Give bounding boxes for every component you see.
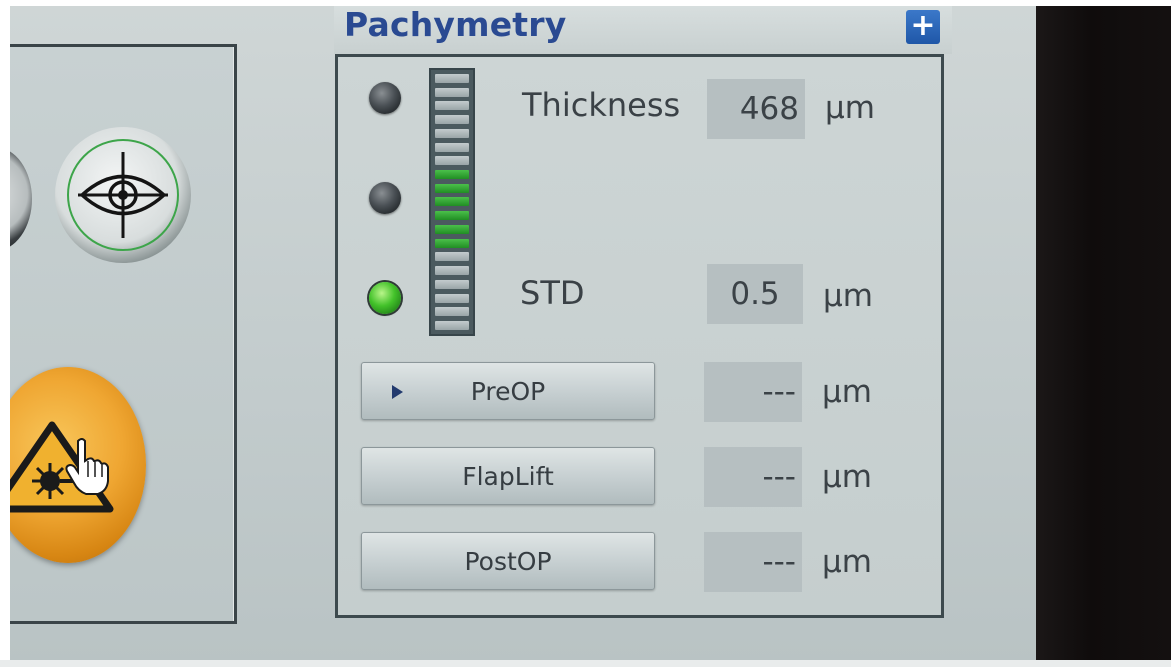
gauge-segment-active [435, 224, 469, 234]
postop-button[interactable]: PostOP [361, 532, 655, 590]
selected-arrow-icon [392, 385, 403, 399]
thickness-unit: µm [825, 90, 875, 126]
left-control-panel [10, 44, 237, 624]
gauge-segment [435, 279, 469, 289]
flaplift-button-label: FlapLift [462, 462, 554, 491]
flaplift-value: --- [704, 447, 802, 507]
thickness-label: Thickness [522, 86, 681, 124]
gauge-segment [435, 307, 469, 317]
preop-button[interactable]: PreOP [361, 362, 655, 420]
status-led-top [369, 82, 401, 114]
hand-pointer-icon [65, 438, 109, 495]
flaplift-unit: µm [822, 459, 872, 495]
gauge-segment [435, 87, 469, 97]
gauge-segment [435, 128, 469, 138]
postop-button-label: PostOP [464, 547, 552, 576]
std-unit: µm [823, 278, 873, 314]
eye-tracker-button[interactable] [55, 127, 191, 263]
gauge-segment [435, 156, 469, 166]
signal-bar-gauge [429, 68, 475, 336]
postop-value: --- [704, 532, 802, 592]
gauge-segment [435, 320, 469, 330]
bottom-edge [0, 660, 1171, 667]
monitor-bezel [1036, 6, 1171, 667]
laser-start-button[interactable] [10, 367, 146, 563]
preop-value: --- [704, 362, 802, 422]
gauge-segment-active [435, 170, 469, 180]
gauge-segment-active [435, 211, 469, 221]
gauge-segment [435, 293, 469, 303]
gauge-segment [435, 252, 469, 262]
gauge-segment [435, 266, 469, 276]
eye-crosshair-icon [78, 152, 168, 238]
flaplift-button[interactable]: FlapLift [361, 447, 655, 505]
thickness-value: 468 [707, 79, 805, 139]
gauge-segment [435, 74, 469, 83]
gauge-segment [435, 142, 469, 152]
status-led-bottom [369, 282, 401, 314]
std-label: STD [520, 274, 585, 312]
pachymetry-title: Pachymetry [344, 6, 567, 44]
expand-plus-button[interactable]: + [906, 10, 940, 44]
gauge-segment [435, 115, 469, 125]
gauge-segment-active [435, 183, 469, 193]
gauge-segment-active [435, 197, 469, 207]
partial-round-button[interactable] [10, 147, 32, 251]
device-screen: Pachymetry + Thickness 468 µm STD 0.5 µm… [10, 6, 1044, 664]
preop-unit: µm [822, 374, 872, 410]
gauge-segment [435, 101, 469, 111]
gauge-segment-active [435, 238, 469, 248]
postop-unit: µm [822, 544, 872, 580]
status-led-middle [369, 182, 401, 214]
preop-button-label: PreOP [470, 377, 546, 406]
std-value: 0.5 [707, 264, 803, 324]
